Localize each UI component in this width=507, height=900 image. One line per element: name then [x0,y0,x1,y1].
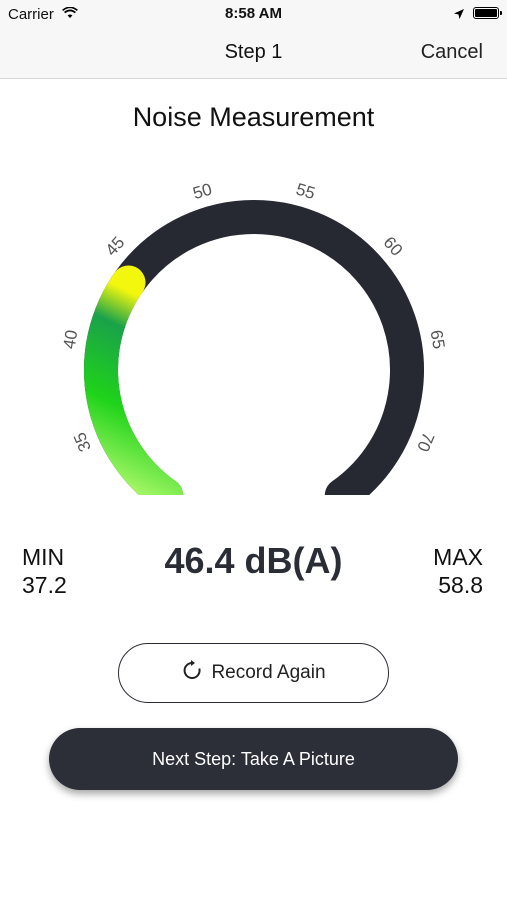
page-title: Noise Measurement [132,102,375,132]
max-label: MAX [433,544,483,570]
next-step-button[interactable]: Next Step: Take A Picture [49,728,458,790]
battery-icon [473,7,502,19]
gauge-tick-label: 40 [60,329,82,351]
gauge-tick-label: 60 [380,233,407,260]
gauge-tick-label: 65 [427,329,449,351]
gauge-level [84,265,184,495]
record-again-label: Record Again [211,662,326,683]
noise-gauge: 20354045505560657075+ [60,180,449,495]
refresh-icon [181,659,203,687]
gauge-tick-label: 55 [294,180,317,204]
max-value: 58.8 [438,572,483,598]
gauge-tick-label: 45 [102,233,129,260]
max-stat: MAX 58.8 [433,543,483,599]
gauge-track [84,200,424,495]
current-reading: 46.4 dB(A) [164,540,343,581]
cancel-button[interactable]: Cancel [421,41,483,64]
gauge-tick-label: 50 [191,180,214,204]
navigation-bar: Step 1 Cancel [0,28,507,79]
gauge-tick-label: 35 [70,430,95,455]
location-arrow-icon [453,7,465,25]
record-again-button[interactable]: Record Again [118,643,389,703]
status-bar: Carrier 8:58 AM [0,0,507,28]
status-time: 8:58 AM [225,5,282,22]
gauge-tick-label: 70 [413,430,438,455]
next-step-label: Next Step: Take A Picture [152,748,355,769]
